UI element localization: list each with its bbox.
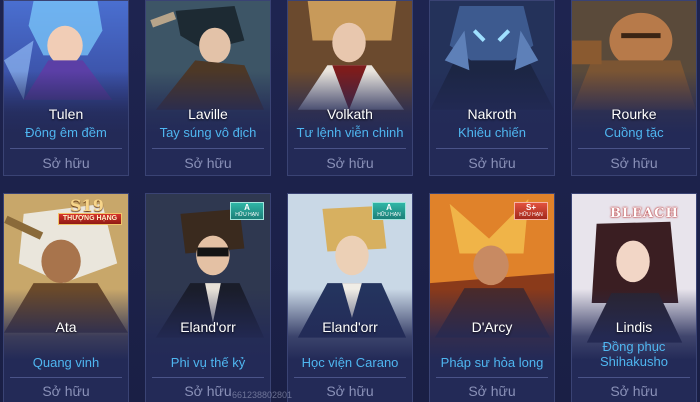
skin-name: Đông êm đềm [25,125,107,140]
divider [152,377,264,378]
hero-name: Rourke [611,106,657,122]
divider [436,148,548,149]
hero-name: D'Arcy [471,319,513,335]
skin-name: Khiêu chiến [458,125,526,140]
divider [436,377,548,378]
rarity-tag: A HỮU HẠN [230,202,264,220]
skin-card-volkath[interactable]: Volkath Tư lệnh viễn chinh Sở hữu [287,0,413,176]
divider [10,377,122,378]
divider [10,148,122,149]
skin-card-lindis[interactable]: BLEACH Lindis Đồng phục Shihakusho Sở hữ… [571,193,697,402]
owned-status: Sở hữu [468,383,516,399]
skin-card-elandorr-1[interactable]: A HỮU HẠN Eland'orr Phi vụ thế kỷ Sở hữu [145,193,271,402]
owned-status: Sở hữu [326,155,374,171]
season-badge: S19 THƯỢNG HẠNG [58,196,122,230]
hero-name: Lindis [615,319,653,335]
divider [578,148,690,149]
owned-status: Sở hữu [42,155,90,171]
owned-status: Sở hữu [326,383,374,399]
hero-name: Volkath [327,106,373,122]
skin-card-nakroth[interactable]: Nakroth Khiêu chiến Sở hữu [429,0,555,176]
skin-card-tulen[interactable]: Tulen Đông êm đềm Sở hữu [3,0,129,176]
skin-card-ata[interactable]: S19 THƯỢNG HẠNG Ata Quang vinh Sở hữu [3,193,129,402]
skin-name: Tay súng vô địch [159,125,257,140]
owned-status: Sở hữu [42,383,90,399]
divider [152,148,264,149]
owned-status: Sở hữu [610,155,658,171]
hero-name: Eland'orr [180,319,236,335]
skin-name: Tư lệnh viễn chinh [296,125,404,140]
collab-logo: BLEACH [610,206,679,221]
skin-name: Phi vụ thế kỷ [170,355,246,370]
owned-status: Sở hữu [468,155,516,171]
skin-name: Quang vinh [32,355,100,370]
hero-name: Laville [188,106,228,122]
skin-card-elandorr-2[interactable]: A HỮU HẠN Eland'orr Học viện Carano Sở h… [287,193,413,402]
skin-card-laville[interactable]: Laville Tay súng vô địch Sở hữu [145,0,271,176]
rank-ribbon: THƯỢNG HẠNG [58,213,122,225]
hero-name: Nakroth [467,106,517,122]
owned-status: Sở hữu [610,383,658,399]
watermark: 661238802801 [232,390,293,400]
skin-name: Pháp sư hỏa long [440,355,544,370]
skin-grid: Tulen Đông êm đềm Sở hữu Laville Tay sún… [0,0,700,402]
divider [294,148,406,149]
skin-name: Đồng phục Shihakusho [600,339,668,369]
owned-status: Sở hữu [184,155,232,171]
hero-name: Eland'orr [322,319,378,335]
skin-name: Học viện Carano [301,355,399,370]
hero-name: Tulen [48,106,84,122]
rarity-tag: A HỮU HẠN [372,202,406,220]
skin-name: Cuồng tặc [604,125,664,140]
skin-card-darcy[interactable]: S+ HỮU HẠN D'Arcy Pháp sư hỏa long Sở hữ… [429,193,555,402]
divider [294,377,406,378]
hero-name: Ata [55,319,77,335]
rarity-tag: S+ HỮU HẠN [514,202,548,220]
skin-card-rourke[interactable]: Rourke Cuồng tặc Sở hữu [571,0,697,176]
divider [578,377,690,378]
